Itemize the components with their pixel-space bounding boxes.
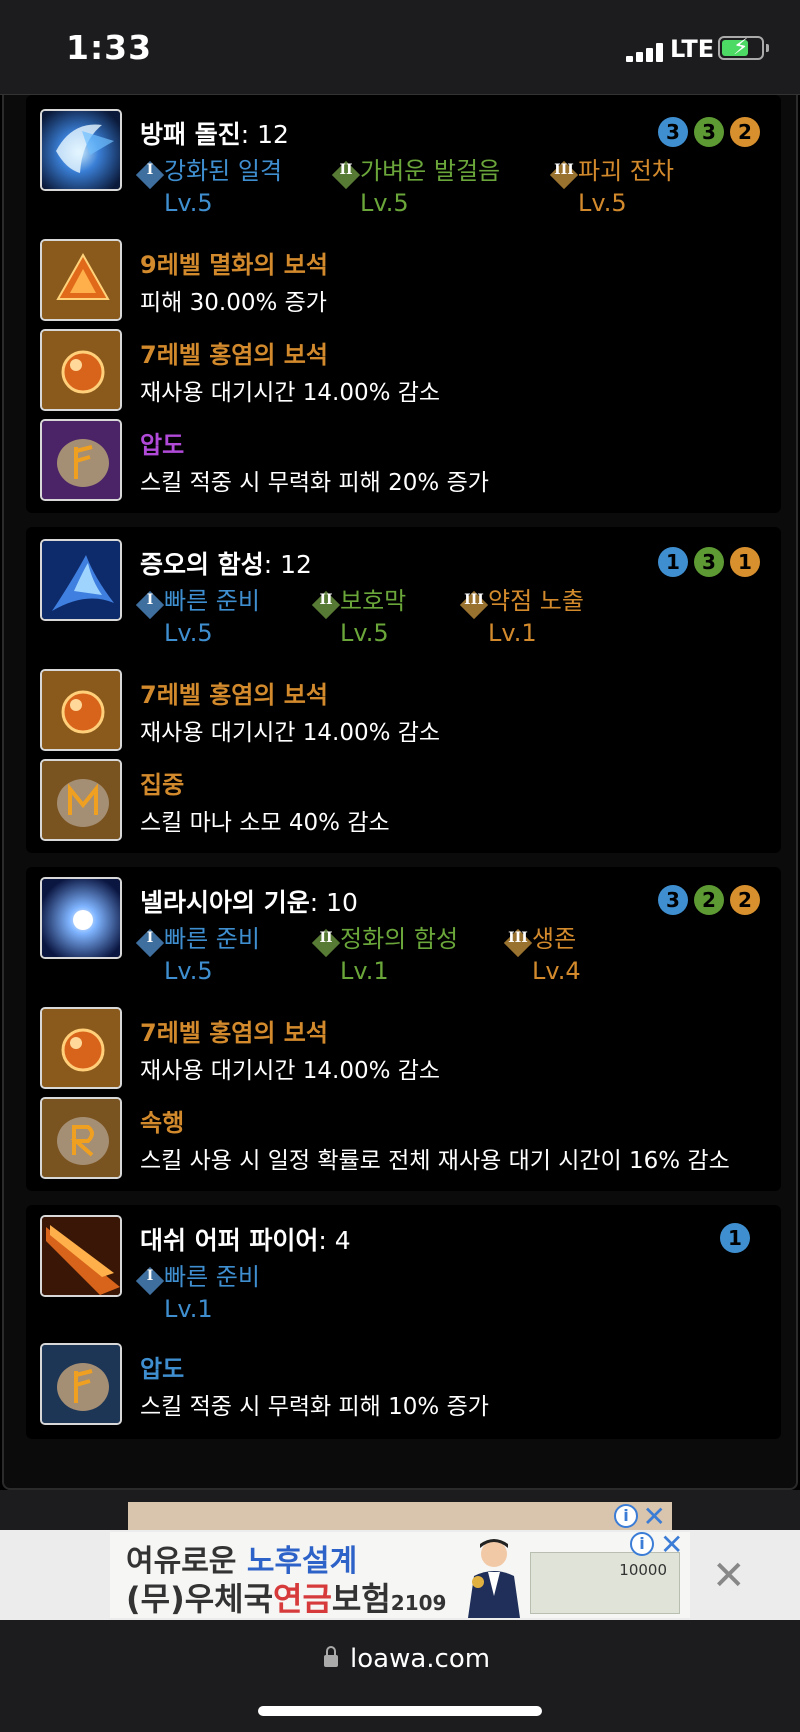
close-icon[interactable]: ✕ <box>712 1556 746 1596</box>
ad-close-icon[interactable]: ✕ <box>660 1528 683 1561</box>
rune-icon <box>40 759 122 841</box>
gem-icon <box>40 669 122 751</box>
rune-title: 집중 <box>140 771 185 799</box>
ad-product: (무)우체국연금보험2109 <box>126 1580 447 1618</box>
badge-tier3: 2 <box>730 885 760 915</box>
battery-icon: ⚡ <box>718 35 764 60</box>
rune-effect: 스킬 마나 소모 40% 감소 <box>140 810 390 836</box>
network-type: LTE <box>670 35 715 63</box>
rune-effect: 스킬 적중 시 무력화 피해 20% 증가 <box>140 470 489 496</box>
skill-name: 넬라시아의 기운: 10 <box>140 888 358 917</box>
skill-card[interactable]: 대쉬 어퍼 파이어: 4 1 I 빠른 준비 Lv.1 압도 스킬 적중 시 무… <box>26 1205 781 1439</box>
badge-tier1: 3 <box>658 885 688 915</box>
rune-icon <box>40 419 122 501</box>
badge-tier2: 3 <box>694 547 724 577</box>
gem-effect: 재사용 대기시간 14.00% 감소 <box>140 380 441 406</box>
skill-card[interactable]: 넬라시아의 기운: 10 3 2 2 I 빠른 준비 Lv.5 II 정화의 함… <box>26 867 781 1191</box>
rune-title: 압도 <box>140 1355 185 1383</box>
badge-tier1: 1 <box>658 547 688 577</box>
skills-panel: 방패 돌진: 12 3 3 2 I 강화된 일격 Lv.5 II 가벼운 발걸음… <box>2 95 798 1490</box>
rune-title: 속행 <box>140 1109 185 1137</box>
status-bar: 1:33 LTE ⚡ <box>0 0 800 94</box>
nellasia-energy-skill-icon <box>40 877 122 959</box>
badge-tier3: 1 <box>730 547 760 577</box>
gem-title: 7레벨 홍염의 보석 <box>140 1019 328 1047</box>
status-time: 1:33 <box>66 28 153 67</box>
skill-name: 방패 돌진: 12 <box>140 120 289 149</box>
ad-person-image <box>468 1539 520 1618</box>
shield-charge-skill-icon <box>40 109 122 191</box>
rune-icon <box>40 1097 122 1179</box>
rune-effect: 스킬 사용 시 일정 확률로 전체 재사용 대기 시간이 16% 감소 <box>140 1148 730 1174</box>
badge-tier1: 1 <box>720 1223 750 1253</box>
gem-effect: 피해 30.00% 증가 <box>140 290 327 316</box>
page-content: 방패 돌진: 12 3 3 2 I 강화된 일격 Lv.5 II 가벼운 발걸음… <box>0 94 800 1490</box>
badge-tier1: 3 <box>658 117 688 147</box>
gem-effect: 재사용 대기시간 14.00% 감소 <box>140 1058 441 1084</box>
ad-banknote-image: 10000 <box>530 1552 680 1614</box>
gem-icon <box>40 239 122 321</box>
skill-card[interactable]: 증오의 함성: 12 1 3 1 I 빠른 준비 Lv.5 II 보호막 Lv.… <box>26 527 781 853</box>
signal-icon <box>626 42 664 62</box>
ad-info-icon[interactable]: i <box>630 1532 654 1556</box>
skill-card[interactable]: 방패 돌진: 12 3 3 2 I 강화된 일격 Lv.5 II 가벼운 발걸음… <box>26 95 781 513</box>
badge-tier2: 2 <box>694 885 724 915</box>
gem-title: 7레벨 홍염의 보석 <box>140 341 328 369</box>
home-indicator[interactable] <box>258 1706 542 1716</box>
skill-name: 증오의 함성: 12 <box>140 550 312 579</box>
badge-tier3: 2 <box>730 117 760 147</box>
badge-tier2: 3 <box>694 117 724 147</box>
dash-upper-fire-skill-icon <box>40 1215 122 1297</box>
gem-icon <box>40 1007 122 1089</box>
url-text[interactable]: loawa.com <box>350 1644 490 1674</box>
ad-info-icon[interactable]: i <box>614 1504 638 1528</box>
gem-title: 7레벨 홍염의 보석 <box>140 681 328 709</box>
lock-icon <box>324 1646 338 1670</box>
gem-effect: 재사용 대기시간 14.00% 감소 <box>140 720 441 746</box>
rune-effect: 스킬 적중 시 무력화 피해 10% 증가 <box>140 1394 489 1420</box>
gem-icon <box>40 329 122 411</box>
rune-icon <box>40 1343 122 1425</box>
skill-name: 대쉬 어퍼 파이어: 4 <box>140 1226 351 1255</box>
rune-title: 압도 <box>140 431 185 459</box>
ad-banner-top[interactable]: i ✕ <box>128 1500 672 1533</box>
browser-bar[interactable]: loawa.com <box>0 1620 800 1732</box>
war-cry-skill-icon <box>40 539 122 621</box>
gem-title: 9레벨 멸화의 보석 <box>140 251 328 279</box>
ad-banner[interactable]: 여유로운 노후설계 (무)우체국연금보험2109 10000 <box>110 1532 690 1618</box>
